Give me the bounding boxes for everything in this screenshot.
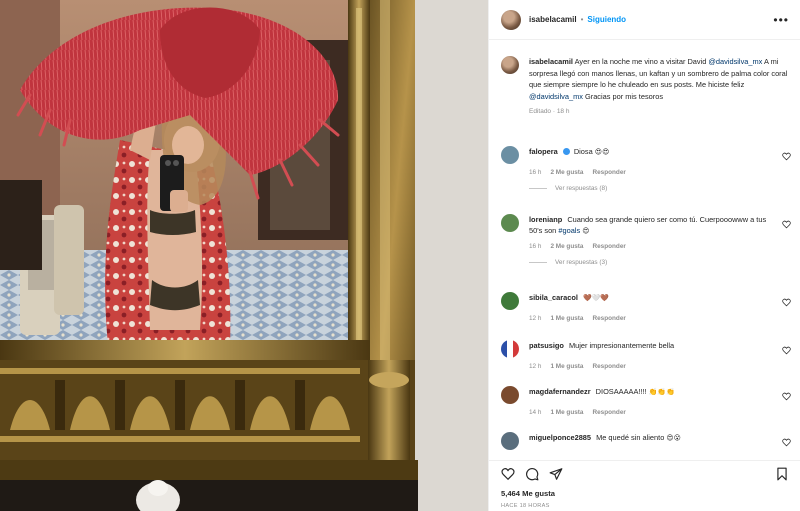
reply-button[interactable]: Responder: [592, 409, 625, 416]
comment-like-heart-icon[interactable]: [782, 220, 791, 229]
caption-meta: Editado · 18 h: [529, 108, 570, 116]
commenter-username[interactable]: falopera: [529, 147, 558, 156]
comment-time: 16 h: [529, 169, 542, 176]
bookmark-icon[interactable]: [775, 467, 789, 481]
commenter-avatar[interactable]: [501, 214, 519, 232]
author-avatar[interactable]: [501, 9, 521, 30]
reply-button[interactable]: Responder: [592, 363, 625, 370]
heart-icon[interactable]: [501, 467, 515, 481]
replies-line: [529, 261, 547, 263]
separator-dot: •: [580, 15, 584, 24]
comment-text: lorenianp Cuando sea grande quiero ser c…: [529, 214, 777, 238]
caption-text-part: Ayer en la noche me vino a visitar David: [574, 57, 707, 66]
following-button[interactable]: Siguiendo: [587, 15, 626, 24]
mirror-selfie-illustration: [0, 0, 488, 511]
comment-emoji: 🤎🤍🤎: [582, 295, 610, 302]
comment-item: magdafernandezr DIOSAAAAA!!!! 👏👏👏 14 h 1…: [501, 386, 791, 416]
comment-time: 16 h: [529, 242, 542, 250]
commenter-username[interactable]: magdafernandezr: [529, 387, 591, 396]
more-options-icon[interactable]: •••: [773, 13, 789, 27]
comment-text: falopera Diosa 😍😍: [529, 146, 777, 158]
comment-likes[interactable]: 1 Me gusta: [550, 409, 583, 416]
likes-count[interactable]: 5,464 Me gusta: [501, 489, 789, 498]
comment-time: 12 h: [529, 315, 542, 322]
comment-likes[interactable]: 1 Me gusta: [550, 315, 583, 322]
comment-like-heart-icon[interactable]: [782, 298, 791, 307]
commenter-username[interactable]: lorenianp: [529, 215, 562, 224]
post-photo[interactable]: [0, 0, 488, 511]
post-date: HACE 18 HORAS: [501, 503, 550, 509]
comment-item: miguelponce2885 Me quedé sin aliento 😍😮: [501, 432, 791, 450]
comment-text: sibila_caracol 🤎🤍🤎: [529, 292, 777, 304]
replies-line: [529, 188, 547, 189]
comment-meta: 16 h 2 Me gusta Responder: [529, 169, 791, 176]
comment-icon[interactable]: [525, 467, 539, 481]
comment-item: patsusigo Mujer impresionantemente bella…: [501, 340, 791, 370]
comment-hashtag[interactable]: #goals: [558, 226, 580, 235]
view-replies-button[interactable]: Ver respuestas (8): [529, 185, 791, 192]
commenter-avatar[interactable]: [501, 432, 519, 450]
post-header: isabelacamil • Siguiendo •••: [489, 0, 800, 40]
post-actions: 5,464 Me gusta HACE 18 HORAS: [489, 460, 800, 511]
comment-time: 12 h: [529, 363, 542, 370]
author-username[interactable]: isabelacamil: [529, 15, 577, 24]
comment-emoji: 😍😍: [594, 149, 610, 156]
comment-text: patsusigo Mujer impresionantemente bella: [529, 340, 777, 351]
commenter-avatar[interactable]: [501, 146, 519, 164]
comment-item: sibila_caracol 🤎🤍🤎 12 h 1 Me gusta Respo…: [501, 292, 791, 322]
comment-body: Me quedé sin aliento: [596, 433, 665, 442]
commenter-username[interactable]: patsusigo: [529, 341, 564, 350]
reply-button[interactable]: Responder: [592, 243, 625, 250]
post-details-panel: isabelacamil • Siguiendo ••• isabelacami…: [488, 0, 800, 511]
comment-body: Mujer impresionantemente bella: [568, 341, 675, 350]
caption-text-part: Gracias por mis tesoros: [584, 91, 664, 101]
caption-username[interactable]: isabelacamil: [529, 57, 573, 66]
commenter-avatar[interactable]: [501, 340, 519, 358]
reply-button[interactable]: Responder: [592, 315, 625, 322]
caption-mention[interactable]: @davidsilva_mx: [529, 92, 583, 101]
comment-time: 14 h: [529, 409, 542, 416]
comment-likes[interactable]: 2 Me gusta: [550, 169, 583, 176]
comment-likes[interactable]: 1 Me gusta: [550, 363, 583, 370]
share-icon[interactable]: [549, 467, 563, 481]
caption-text: isabelacamil Ayer en la noche me vino a …: [529, 56, 791, 102]
commenter-username[interactable]: miguelponce2885: [529, 433, 591, 442]
action-icons: [501, 461, 789, 487]
comment-like-heart-icon[interactable]: [782, 438, 791, 447]
view-replies-button[interactable]: Ver respuestas (3): [529, 259, 791, 266]
view-replies-label[interactable]: Ver respuestas (3): [555, 259, 607, 266]
commenter-avatar[interactable]: [501, 386, 519, 404]
comment-like-heart-icon[interactable]: [782, 346, 791, 355]
commenter-avatar[interactable]: [501, 292, 519, 310]
caption-mention[interactable]: @davidsilva_mx: [708, 57, 762, 66]
comment-body: Diosa: [573, 147, 593, 156]
comment-like-heart-icon[interactable]: [782, 392, 791, 401]
comment-emoji: 😍: [582, 228, 590, 236]
comment-emoji: 😍😮: [666, 435, 681, 442]
comment-text: miguelponce2885 Me quedé sin aliento 😍😮: [529, 432, 777, 444]
comment-meta: 12 h 1 Me gusta Responder: [529, 315, 791, 322]
comment-item: falopera Diosa 😍😍 16 h 2 Me gusta Respon…: [501, 146, 791, 192]
comment-meta: 14 h 1 Me gusta Responder: [529, 409, 791, 416]
post-caption: isabelacamil Ayer en la noche me vino a …: [501, 40, 789, 115]
comment-likes[interactable]: 2 Me gusta: [550, 243, 583, 250]
comment-body: DIOSAAAAA!!!!: [595, 387, 647, 396]
caption-avatar[interactable]: [501, 56, 519, 74]
comment-like-heart-icon[interactable]: [782, 152, 791, 161]
view-replies-label[interactable]: Ver respuestas (8): [555, 185, 607, 192]
comment-text: magdafernandezr DIOSAAAAA!!!! 👏👏👏: [529, 386, 777, 398]
comment-emoji: 👏👏👏: [648, 389, 675, 396]
comment-item: lorenianp Cuando sea grande quiero ser c…: [501, 214, 791, 266]
reply-button[interactable]: Responder: [592, 169, 625, 176]
commenter-username[interactable]: sibila_caracol: [529, 293, 578, 302]
verified-badge-icon: [562, 148, 570, 155]
comment-meta: 16 h 2 Me gusta Responder: [529, 243, 791, 250]
comment-meta: 12 h 1 Me gusta Responder: [529, 363, 791, 370]
